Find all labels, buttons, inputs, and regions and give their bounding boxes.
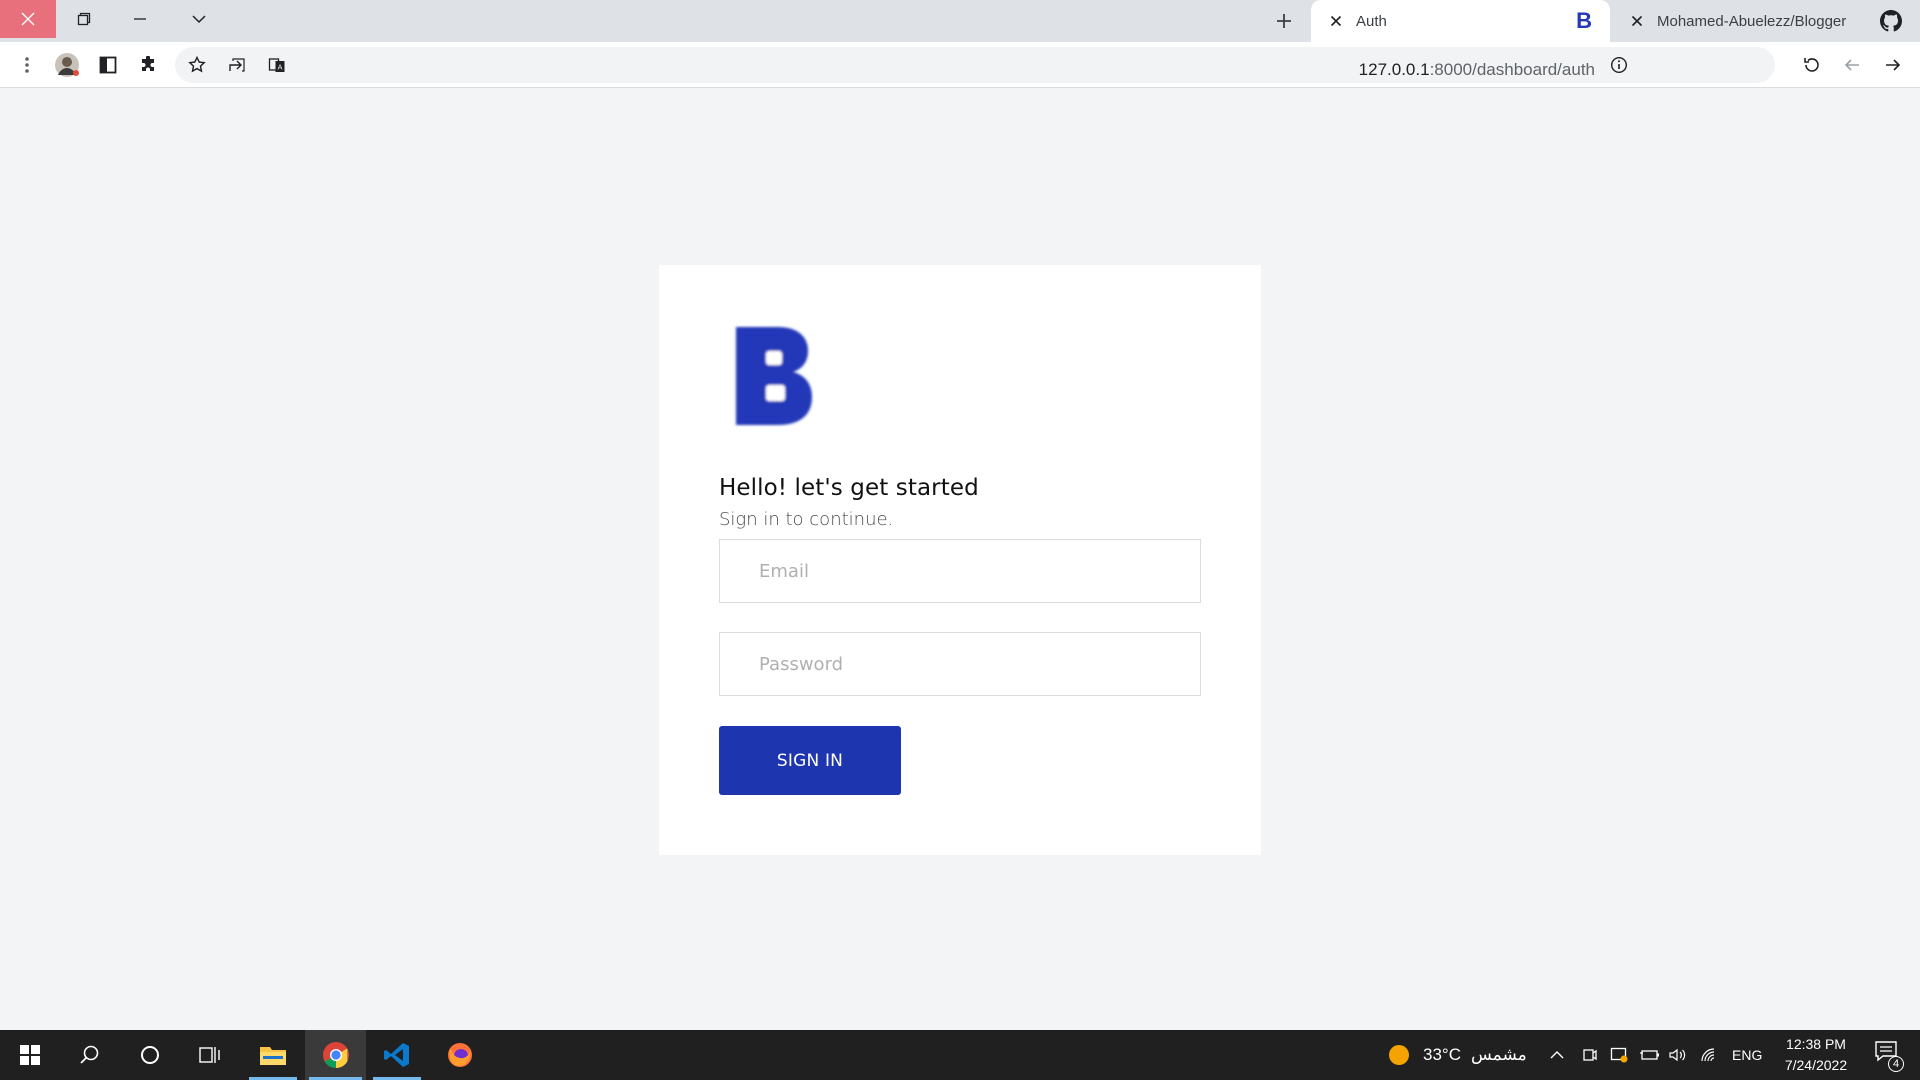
side-panel-icon[interactable] — [94, 51, 122, 79]
page-viewport: Hello! let's get started Sign in to cont… — [0, 88, 1920, 1030]
email-field[interactable] — [719, 539, 1201, 603]
address-bar[interactable]: A 127.0.0.1:8000/dashboard/auth — [175, 47, 1775, 83]
password-field[interactable] — [719, 632, 1201, 696]
tab-search-button[interactable] — [171, 0, 227, 38]
firefox-icon — [448, 1043, 472, 1067]
search-button[interactable] — [62, 1030, 118, 1080]
notification-count-badge: 4 — [1888, 1056, 1904, 1072]
share-icon[interactable] — [223, 51, 251, 79]
update-notification-icon[interactable] — [1610, 1030, 1628, 1080]
reload-icon[interactable] — [1798, 51, 1826, 79]
tab-github[interactable]: Mohamed-Abuelezz/Blogger — [1612, 0, 1920, 42]
chevron-down-icon — [192, 15, 206, 24]
vscode-button[interactable] — [369, 1030, 425, 1080]
window-restore-button[interactable] — [56, 0, 112, 38]
blogger-logo — [736, 327, 812, 425]
volume-icon[interactable] — [1668, 1030, 1686, 1080]
windows-taskbar: 33°C مشمس ENG 12:38 PM 7/24/2022 4 — [0, 1030, 1920, 1080]
new-tab-button[interactable] — [1264, 6, 1304, 36]
bookmark-star-icon[interactable] — [183, 51, 211, 79]
windows-logo-icon — [20, 1045, 40, 1065]
chevron-up-icon — [1550, 1051, 1564, 1059]
start-button[interactable] — [2, 1030, 58, 1080]
window-minimize-button[interactable] — [112, 0, 168, 38]
clock-date: 7/24/2022 — [1784, 1057, 1848, 1073]
task-view-button[interactable] — [182, 1030, 238, 1080]
action-center-button[interactable]: 4 — [1866, 1038, 1906, 1072]
browser-tab-strip: Auth B Mohamed-Abuelezz/Blogger — [0, 0, 1920, 42]
translate-icon[interactable]: A — [263, 51, 291, 79]
forward-arrow-icon[interactable] — [1879, 51, 1907, 79]
folder-icon — [260, 1047, 286, 1065]
password-input[interactable] — [720, 633, 1200, 695]
url-path: :8000/dashboard/auth — [1429, 60, 1595, 79]
plus-icon — [1277, 14, 1291, 28]
chrome-icon — [322, 1042, 349, 1069]
url-host: 127.0.0.1 — [1358, 60, 1430, 79]
weather-condition: مشمس — [1470, 1045, 1527, 1064]
tab-auth[interactable]: Auth B — [1311, 0, 1610, 42]
menu-dots-icon[interactable] — [13, 51, 41, 79]
sun-icon — [1389, 1045, 1409, 1065]
input-language-indicator[interactable]: ENG — [1732, 1030, 1762, 1080]
tab-title: Mohamed-Abuelezz/Blogger — [1657, 12, 1847, 30]
system-clock[interactable]: 12:38 PM 7/24/2022 — [1770, 1034, 1862, 1076]
login-card: Hello! let's get started Sign in to cont… — [659, 265, 1261, 855]
restore-icon — [77, 12, 91, 26]
cortana-circle-icon — [141, 1046, 159, 1064]
chrome-button[interactable] — [305, 1030, 366, 1080]
meet-now-icon[interactable] — [1582, 1030, 1598, 1080]
site-info-icon[interactable] — [1605, 51, 1633, 79]
email-input[interactable] — [720, 540, 1200, 602]
wifi-icon[interactable] — [1700, 1030, 1718, 1080]
url-text: 127.0.0.1:8000/dashboard/auth — [1359, 60, 1595, 80]
minimize-icon — [134, 18, 146, 20]
tab-close-icon[interactable] — [1325, 10, 1347, 32]
weather-temperature: 33°C — [1423, 1045, 1461, 1064]
back-arrow-icon[interactable] — [1838, 51, 1866, 79]
login-heading: Hello! let's get started — [719, 475, 979, 501]
extensions-puzzle-icon[interactable] — [134, 51, 162, 79]
show-hidden-icons-button[interactable] — [1549, 1030, 1565, 1080]
profile-avatar[interactable] — [53, 51, 81, 79]
task-view-icon — [199, 1047, 220, 1063]
login-subheading: Sign in to continue. — [719, 509, 894, 530]
file-explorer-button[interactable] — [245, 1030, 301, 1080]
weather-widget[interactable]: 33°C مشمس — [1388, 1030, 1527, 1080]
blogger-b-favicon-icon: B — [1576, 8, 1592, 33]
firefox-button[interactable] — [432, 1030, 488, 1080]
vscode-icon — [384, 1043, 409, 1067]
clock-time: 12:38 PM — [1786, 1036, 1846, 1052]
cortana-button[interactable] — [122, 1030, 178, 1080]
tab-title: Auth — [1356, 12, 1387, 30]
close-icon — [21, 12, 35, 26]
svg-text:A: A — [278, 64, 283, 72]
github-icon — [1880, 10, 1902, 32]
browser-toolbar: A 127.0.0.1:8000/dashboard/auth — [0, 42, 1920, 88]
window-close-button[interactable] — [0, 0, 56, 38]
search-icon — [80, 1045, 99, 1064]
sign-in-button[interactable]: SIGN IN — [719, 726, 901, 795]
tab-close-icon[interactable] — [1626, 10, 1648, 32]
battery-icon[interactable] — [1640, 1030, 1660, 1080]
